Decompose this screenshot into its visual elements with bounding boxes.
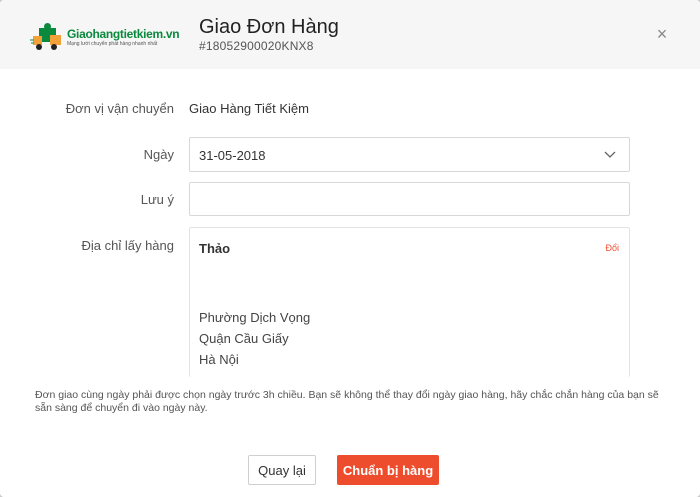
logo-tagline: Mạng lưới chuyển phát hàng nhanh nhất [67, 40, 158, 47]
change-address-link[interactable]: Đổi [605, 243, 619, 253]
logo-name: Giaohangtietkiem.vn [67, 26, 180, 41]
address-district: Quận Cầu Giấy [199, 331, 289, 346]
pickup-address-box: Thảo Đổi Phường Dịch Vọng Quận Cầu Giấy … [189, 227, 630, 377]
modal-title: Giao Đơn Hàng [199, 16, 339, 38]
delivery-truck-icon [30, 23, 61, 50]
address-city: Hà Nội [199, 352, 239, 367]
delivery-date-note: Đơn giao cùng ngày phải được chọn ngày t… [35, 389, 659, 414]
note-input[interactable] [189, 182, 630, 216]
date-select-value: 31-05-2018 [199, 148, 266, 163]
order-code: #18052900020KNX8 [199, 39, 314, 53]
prepare-order-modal: Giaohangtietkiem.vn Mạng lưới chuyển phá… [0, 0, 700, 497]
chevron-down-icon [604, 151, 616, 158]
modal-header: Giaohangtietkiem.vn Mạng lưới chuyển phá… [0, 0, 700, 69]
ghtk-logo: Giaohangtietkiem.vn Mạng lưới chuyển phá… [30, 20, 182, 54]
address-contact-name: Thảo [199, 241, 231, 256]
note-label: Lưu ý [140, 192, 174, 207]
close-icon[interactable]: × [654, 25, 670, 43]
carrier-label: Đơn vị vận chuyển [65, 101, 174, 116]
date-select[interactable]: 31-05-2018 [189, 137, 630, 172]
back-button[interactable]: Quay lại [248, 455, 316, 485]
prepare-goods-button[interactable]: Chuẩn bị hàng [337, 455, 439, 485]
date-label: Ngày [143, 147, 174, 162]
address-ward: Phường Dịch Vọng [199, 310, 311, 325]
pickup-address-label: Địa chỉ lấy hàng [81, 238, 175, 253]
carrier-value: Giao Hàng Tiết Kiệm [189, 101, 309, 116]
